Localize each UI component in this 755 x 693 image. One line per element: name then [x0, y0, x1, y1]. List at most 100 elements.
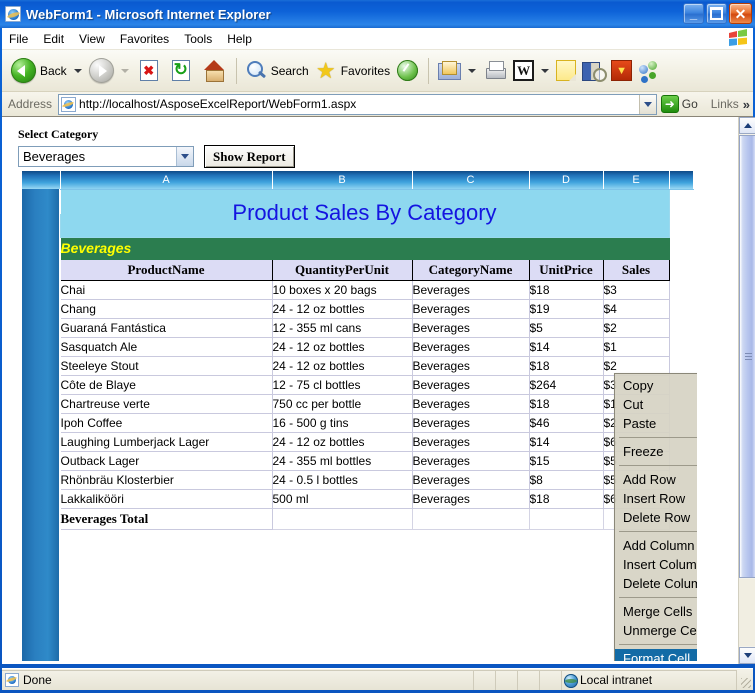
table-header-quantityperunit[interactable]: QuantityPerUnit [271, 258, 413, 281]
ctx-insert-row[interactable]: Insert Row [615, 489, 697, 508]
menu-tools[interactable]: Tools [177, 30, 219, 48]
cell-price[interactable]: $18 [528, 488, 604, 509]
ctx-copy[interactable]: Copy [615, 376, 697, 395]
cell-category[interactable]: Beverages [411, 393, 530, 414]
scrollbar-track[interactable] [739, 579, 755, 646]
cell-price[interactable]: $18 [528, 279, 604, 300]
show-report-button[interactable]: Show Report [204, 145, 295, 168]
cell-category[interactable]: Beverages [411, 431, 530, 452]
address-input[interactable]: http://localhost/AsposeExcelReport/WebFo… [58, 93, 657, 115]
cell-category[interactable]: Beverages [411, 488, 530, 509]
cell-price[interactable]: $18 [528, 355, 604, 376]
scroll-down-button[interactable] [739, 647, 755, 664]
column-header-d[interactable]: D [529, 171, 604, 190]
cell-product[interactable]: Laughing Lumberjack Lager [59, 431, 273, 452]
ctx-paste[interactable]: Paste [615, 414, 697, 433]
menu-edit[interactable]: Edit [36, 30, 71, 48]
cell-price[interactable]: $14 [528, 336, 604, 357]
back-button[interactable]: Back [8, 54, 70, 88]
menu-view[interactable]: View [72, 30, 112, 48]
sheet-cell-f4[interactable] [669, 259, 693, 280]
report-title-cell[interactable]: Product Sales By Category [59, 188, 670, 238]
category-band-cell[interactable]: Beverages [59, 236, 670, 260]
cell-sales[interactable]: $3 [602, 279, 670, 300]
cell-category[interactable]: Beverages [411, 412, 530, 433]
cell-category[interactable]: Beverages [411, 317, 530, 338]
ctx-freeze[interactable]: Freeze [615, 442, 697, 461]
cell-category[interactable]: Beverages [411, 374, 530, 395]
ctx-insert-column[interactable]: Insert Column [615, 555, 697, 574]
cell-product[interactable]: Chang [59, 298, 273, 319]
cell-category[interactable]: Beverages [411, 298, 530, 319]
table-header-sales[interactable]: Sales [602, 258, 670, 281]
search-button[interactable]: Search [242, 54, 312, 88]
cell-sales[interactable]: $4 [602, 298, 670, 319]
research-button[interactable] [579, 54, 608, 88]
cell-qty[interactable]: 24 - 12 oz bottles [271, 355, 413, 376]
cell-category[interactable]: Beverages [411, 355, 530, 376]
category-dropdown-button[interactable] [176, 147, 193, 166]
table-header-categoryname[interactable]: CategoryName [411, 258, 530, 281]
ctx-add-column[interactable]: Add Column [615, 536, 697, 555]
back-history-dropdown-icon[interactable] [73, 68, 82, 73]
menu-favorites[interactable]: Favorites [113, 30, 176, 48]
cell-product[interactable]: Outback Lager [59, 450, 273, 471]
cell-product[interactable]: Côte de Blaye [59, 374, 273, 395]
media-button[interactable] [393, 54, 423, 88]
column-header-e[interactable]: E [603, 171, 670, 190]
cell-product[interactable]: Steeleye Stout [59, 355, 273, 376]
scroll-up-button[interactable] [739, 117, 755, 134]
security-zone[interactable]: Local intranet [562, 669, 737, 690]
cell-qty[interactable]: 10 boxes x 20 bags [271, 279, 413, 300]
forward-history-dropdown-icon[interactable] [120, 68, 129, 73]
total-price-cell[interactable] [528, 507, 604, 530]
cell-qty[interactable]: 24 - 12 oz bottles [271, 431, 413, 452]
notes-button[interactable] [553, 54, 579, 88]
sheet-cell-f1[interactable] [669, 189, 693, 237]
print-button[interactable] [480, 54, 510, 88]
cell-category[interactable]: Beverages [411, 469, 530, 490]
cell-qty[interactable]: 12 - 355 ml cans [271, 317, 413, 338]
cell-price[interactable]: $5 [528, 317, 604, 338]
links-label[interactable]: Links [711, 97, 739, 111]
cell-overflow[interactable] [669, 280, 693, 299]
table-header-productname[interactable]: ProductName [59, 258, 273, 281]
ctx-merge-cells[interactable]: Merge Cells [615, 602, 697, 621]
cell-price[interactable]: $18 [528, 393, 604, 414]
stop-button[interactable] [133, 54, 165, 88]
sheet-cell-f3[interactable] [669, 237, 693, 259]
ctx-unmerge-cells[interactable]: Unmerge Cells [615, 621, 697, 640]
cell-qty[interactable]: 500 ml [271, 488, 413, 509]
ctx-format-cell[interactable]: Format Cell... [615, 649, 697, 661]
mail-dropdown-icon[interactable] [468, 68, 477, 73]
table-header-unitprice[interactable]: UnitPrice [528, 258, 604, 281]
cell-qty[interactable]: 750 cc per bottle [271, 393, 413, 414]
address-dropdown-button[interactable] [638, 94, 656, 114]
cell-price[interactable]: $46 [528, 412, 604, 433]
cell-product[interactable]: Sasquatch Ale [59, 336, 273, 357]
cell-qty[interactable]: 24 - 355 ml bottles [271, 450, 413, 471]
download-button[interactable] [608, 54, 635, 88]
cell-qty[interactable]: 24 - 12 oz bottles [271, 336, 413, 357]
cell-category[interactable]: Beverages [411, 336, 530, 357]
cell-price[interactable]: $264 [528, 374, 604, 395]
ctx-cut[interactable]: Cut [615, 395, 697, 414]
cell-qty[interactable]: 24 - 12 oz bottles [271, 298, 413, 319]
cell-product[interactable]: Guaraná Fantástica [59, 317, 273, 338]
toolbar-overflow-icon[interactable]: » [743, 97, 750, 112]
cell-qty[interactable]: 24 - 0.5 l bottles [271, 469, 413, 490]
scrollbar-thumb[interactable] [739, 135, 755, 578]
total-label-cell[interactable]: Beverages Total [59, 507, 273, 530]
total-qty-cell[interactable] [271, 507, 413, 530]
messenger-button[interactable] [635, 54, 665, 88]
mail-button[interactable] [434, 54, 464, 88]
refresh-button[interactable] [165, 54, 197, 88]
menu-file[interactable]: File [2, 30, 35, 48]
home-button[interactable] [197, 54, 231, 88]
ctx-delete-column[interactable]: Delete Column [615, 574, 697, 593]
ctx-add-row[interactable]: Add Row [615, 470, 697, 489]
cell-product[interactable]: Rhönbräu Klosterbier [59, 469, 273, 490]
minimize-button[interactable]: _ [683, 3, 704, 24]
cell-overflow[interactable] [669, 299, 693, 318]
cell-overflow[interactable] [669, 318, 693, 337]
